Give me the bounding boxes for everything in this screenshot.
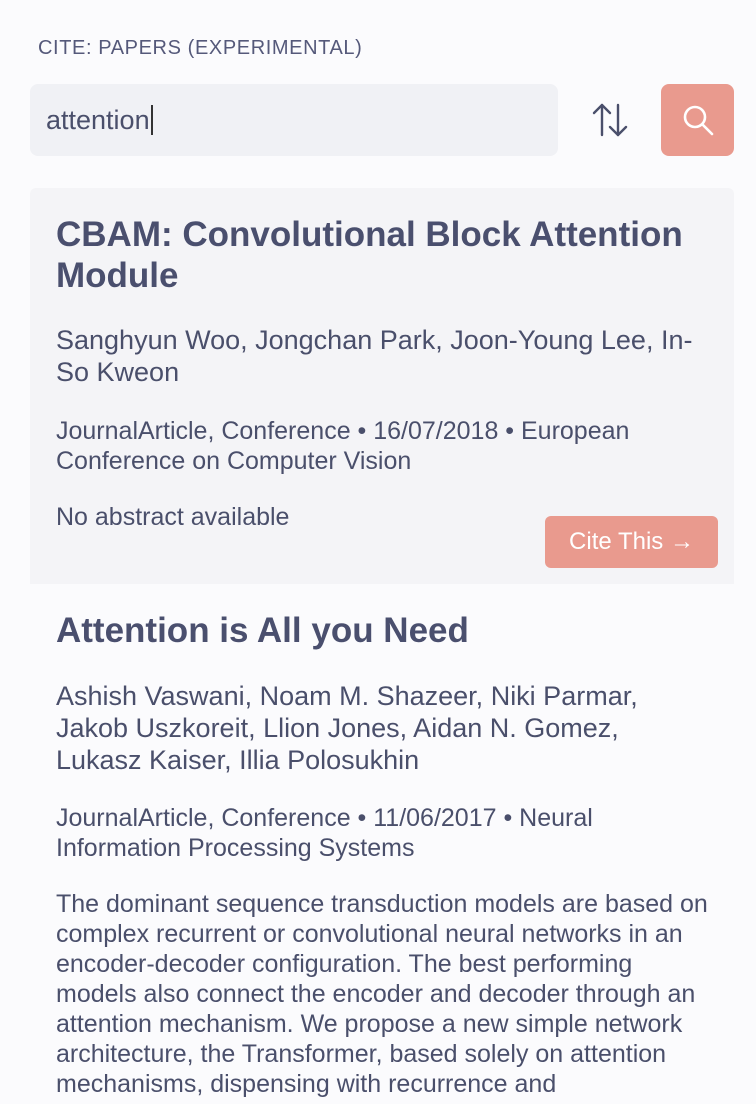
text-caret (150, 105, 153, 135)
search-row: attention (30, 84, 734, 156)
panel-title: CITE: PAPERS (EXPERIMENTAL) (38, 37, 363, 59)
result-card: Attention is All you Need Ashish Vaswani… (30, 584, 734, 1104)
paper-abstract: The dominant sequence transduction model… (56, 890, 708, 1098)
paper-title[interactable]: Attention is All you Need (56, 610, 716, 651)
paper-title[interactable]: CBAM: Convolutional Block Attention Modu… (56, 214, 716, 296)
search-input[interactable]: attention (30, 84, 558, 156)
cite-papers-panel: CITE: PAPERS (EXPERIMENTAL) attention CB… (0, 0, 756, 1104)
paper-meta: JournalArticle, Conference • 16/07/2018 … (56, 417, 630, 475)
paper-authors: Sanghyun Woo, Jongchan Park, Joon-Young … (56, 325, 693, 387)
sort-arrows-icon (592, 103, 628, 137)
search-icon (683, 105, 713, 136)
paper-abstract: No abstract available (56, 503, 290, 531)
cite-this-button[interactable]: Cite This → (545, 516, 718, 568)
result-card: CBAM: Convolutional Block Attention Modu… (30, 188, 734, 584)
sort-button[interactable] (586, 96, 634, 144)
paper-authors: Ashish Vaswani, Noam M. Shazeer, Niki Pa… (56, 681, 638, 775)
search-button[interactable] (661, 84, 734, 156)
search-input-value: attention (46, 104, 150, 135)
paper-meta: JournalArticle, Conference • 11/06/2017 … (56, 804, 593, 862)
